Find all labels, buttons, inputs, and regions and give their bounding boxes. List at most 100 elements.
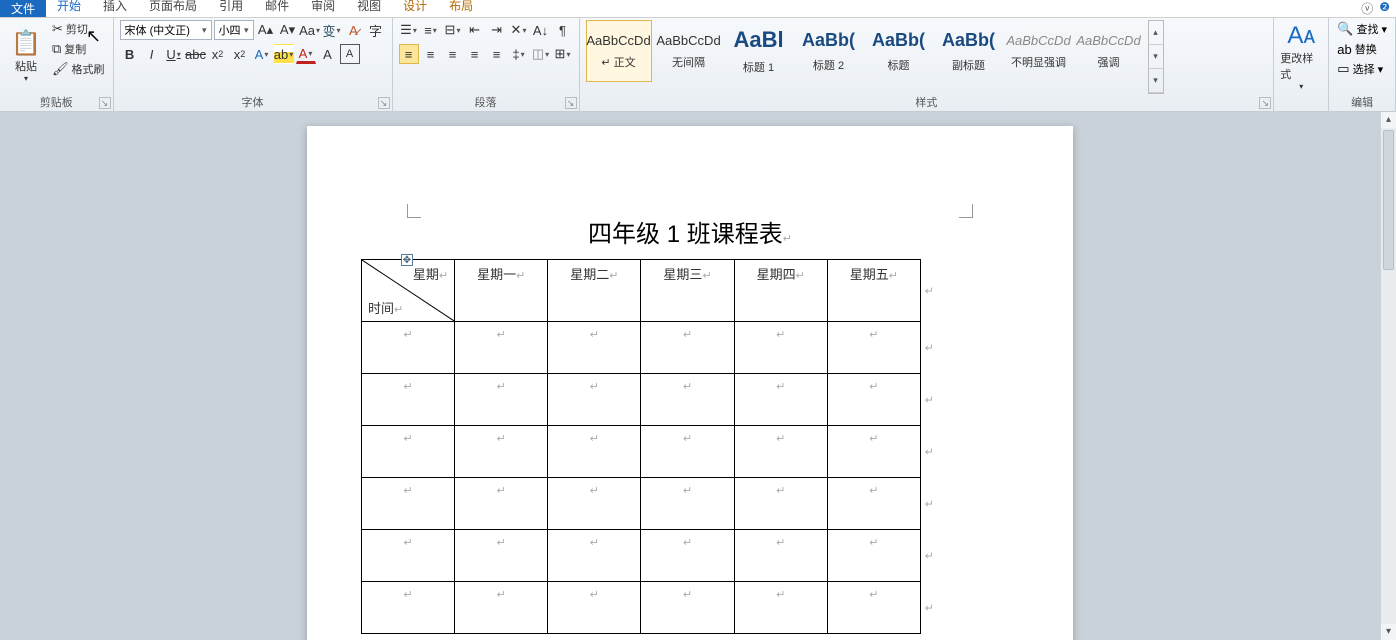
table-cell[interactable]: ↵ — [641, 582, 734, 634]
document-title[interactable]: 四年级 1 班课程表↵ — [361, 214, 1019, 249]
table-cell[interactable]: ↵ — [734, 582, 827, 634]
strikethrough-button[interactable]: abc — [186, 44, 206, 64]
shrink-font-button[interactable]: A▾ — [278, 20, 298, 40]
tab-insert[interactable]: 插入 — [92, 0, 138, 17]
tab-page-layout[interactable]: 页面布局 — [138, 0, 208, 17]
table-cell[interactable]: ↵ — [641, 426, 734, 478]
text-effects-button[interactable]: A — [252, 44, 272, 64]
table-cell[interactable]: ↵ — [734, 374, 827, 426]
cut-button[interactable]: ✂剪切 — [50, 20, 107, 38]
tab-table-layout[interactable]: 布局 — [438, 0, 484, 17]
styles-launcher[interactable]: ↘ — [1259, 97, 1271, 109]
paste-button[interactable]: 📋 粘贴▾ — [6, 20, 46, 92]
scroll-up-button[interactable]: ▴ — [1381, 112, 1396, 128]
enclose-characters-button[interactable]: 字 — [366, 20, 386, 40]
tab-view[interactable]: 视图 — [346, 0, 392, 17]
table-cell[interactable]: ↵ — [362, 426, 455, 478]
replace-button[interactable]: ab替换 — [1335, 40, 1378, 58]
table-cell[interactable]: ↵ — [362, 530, 455, 582]
minimize-ribbon-icon[interactable]: ⓥ — [1361, 0, 1373, 17]
tab-home[interactable]: 开始 — [46, 0, 92, 17]
table-cell[interactable]: ↵ — [548, 530, 641, 582]
styles-expand[interactable]: ▾ — [1149, 69, 1163, 93]
char-border-button[interactable]: A — [340, 44, 360, 64]
table-cell[interactable]: ↵ — [548, 374, 641, 426]
style-item-4[interactable]: AaBb(标题 — [866, 20, 932, 82]
table-cell[interactable]: ↵ — [641, 478, 734, 530]
scroll-down-button[interactable]: ▾ — [1381, 624, 1396, 640]
table-cell[interactable]: ↵↵ — [827, 582, 920, 634]
increase-indent-button[interactable]: ⇥ — [487, 20, 507, 40]
table-cell[interactable]: ↵ — [455, 530, 548, 582]
decrease-indent-button[interactable]: ⇤ — [465, 20, 485, 40]
table-cell[interactable]: ↵ — [362, 322, 455, 374]
underline-button[interactable]: U — [164, 44, 184, 64]
grow-font-button[interactable]: A▴ — [256, 20, 276, 40]
align-left-button[interactable]: ≡ — [399, 44, 419, 64]
table-cell[interactable]: ↵ — [362, 582, 455, 634]
table-cell[interactable]: ↵ — [362, 478, 455, 530]
justify-button[interactable]: ≡ — [465, 44, 485, 64]
table-cell[interactable]: ↵ — [641, 530, 734, 582]
table-header-cell[interactable]: 星期四↵ — [734, 260, 827, 322]
bold-button[interactable]: B — [120, 44, 140, 64]
tab-references[interactable]: 引用 — [208, 0, 254, 17]
numbering-button[interactable]: ≡ — [421, 20, 441, 40]
borders-button[interactable]: ⊞ — [553, 44, 573, 64]
sort-button[interactable]: A↓ — [531, 20, 551, 40]
table-cell[interactable]: ↵ — [548, 426, 641, 478]
table-cell[interactable]: ↵ — [455, 322, 548, 374]
style-item-0[interactable]: AaBbCcDd↵ 正文 — [586, 20, 652, 82]
font-color-button[interactable]: A — [296, 44, 316, 64]
table-cell[interactable]: ↵ — [455, 374, 548, 426]
table-cell[interactable]: ↵ — [734, 478, 827, 530]
change-styles-button[interactable]: Aᴀ 更改样式▾ — [1280, 20, 1322, 92]
table-cell[interactable]: ↵ — [641, 374, 734, 426]
table-cell[interactable]: ↵↵ — [827, 426, 920, 478]
find-button[interactable]: 🔍查找 ▾ — [1335, 20, 1389, 38]
char-shading-button[interactable]: A — [318, 44, 338, 64]
table-header-cell[interactable]: 星期一↵ — [455, 260, 548, 322]
table-cell[interactable]: ↵ — [641, 322, 734, 374]
align-center-button[interactable]: ≡ — [421, 44, 441, 64]
table-cell[interactable]: ↵ — [734, 426, 827, 478]
table-header-cell[interactable]: 星期二↵ — [548, 260, 641, 322]
style-item-2[interactable]: AaBl标题 1 — [726, 20, 792, 82]
table-cell[interactable]: ↵ — [734, 530, 827, 582]
shading-button[interactable]: ◫ — [531, 44, 551, 64]
table-cell[interactable]: ↵ — [548, 478, 641, 530]
font-name-combo[interactable]: 宋体 (中文正)▾ — [120, 20, 212, 40]
font-size-combo[interactable]: 小四▾ — [214, 20, 254, 40]
clipboard-launcher[interactable]: ↘ — [99, 97, 111, 109]
style-item-7[interactable]: AaBbCcDd强调 — [1076, 20, 1142, 82]
table-cell[interactable]: ↵↵ — [827, 478, 920, 530]
vertical-scrollbar[interactable]: ▴ ▾ — [1380, 112, 1396, 640]
style-item-6[interactable]: AaBbCcDd不明显强调 — [1006, 20, 1072, 82]
tab-mailings[interactable]: 邮件 — [254, 0, 300, 17]
format-painter-button[interactable]: 🖌格式刷 — [50, 60, 107, 78]
table-header-cell[interactable]: 星期五↵↵ — [827, 260, 920, 322]
highlight-button[interactable]: ab — [274, 44, 294, 64]
select-button[interactable]: ▭选择 ▾ — [1335, 60, 1385, 78]
table-cell[interactable]: ↵ — [455, 426, 548, 478]
change-case-button[interactable]: Aa — [300, 20, 320, 40]
align-right-button[interactable]: ≡ — [443, 44, 463, 64]
show-marks-button[interactable]: ¶ — [553, 20, 573, 40]
styles-scroll[interactable]: ▴▾▾ — [1148, 20, 1164, 94]
tab-file[interactable]: 文件 — [0, 0, 46, 17]
distribute-button[interactable]: ≡ — [487, 44, 507, 64]
phonetic-guide-button[interactable]: 变 — [322, 20, 342, 40]
tab-table-design[interactable]: 设计 — [392, 0, 438, 17]
superscript-button[interactable]: x2 — [230, 44, 250, 64]
tab-review[interactable]: 审阅 — [300, 0, 346, 17]
help-icon[interactable]: ❷ — [1379, 0, 1390, 17]
bullets-button[interactable]: ☰ — [399, 20, 419, 40]
schedule-table[interactable]: 星期↵ 时间↵ 星期一↵星期二↵星期三↵星期四↵星期五↵↵ ↵↵↵↵↵↵↵↵↵↵… — [361, 259, 921, 634]
scroll-thumb[interactable] — [1383, 130, 1394, 270]
line-spacing-button[interactable]: ‡ — [509, 44, 529, 64]
copy-button[interactable]: ⧉复制 — [50, 40, 107, 58]
table-cell[interactable]: ↵↵ — [827, 374, 920, 426]
table-header-cell[interactable]: 星期三↵ — [641, 260, 734, 322]
page[interactable]: 四年级 1 班课程表↵ ✥ 星期↵ 时间↵ 星期一↵星期二↵星期三↵星期四↵星期… — [307, 126, 1073, 640]
asian-layout-button[interactable]: ✕ — [509, 20, 529, 40]
